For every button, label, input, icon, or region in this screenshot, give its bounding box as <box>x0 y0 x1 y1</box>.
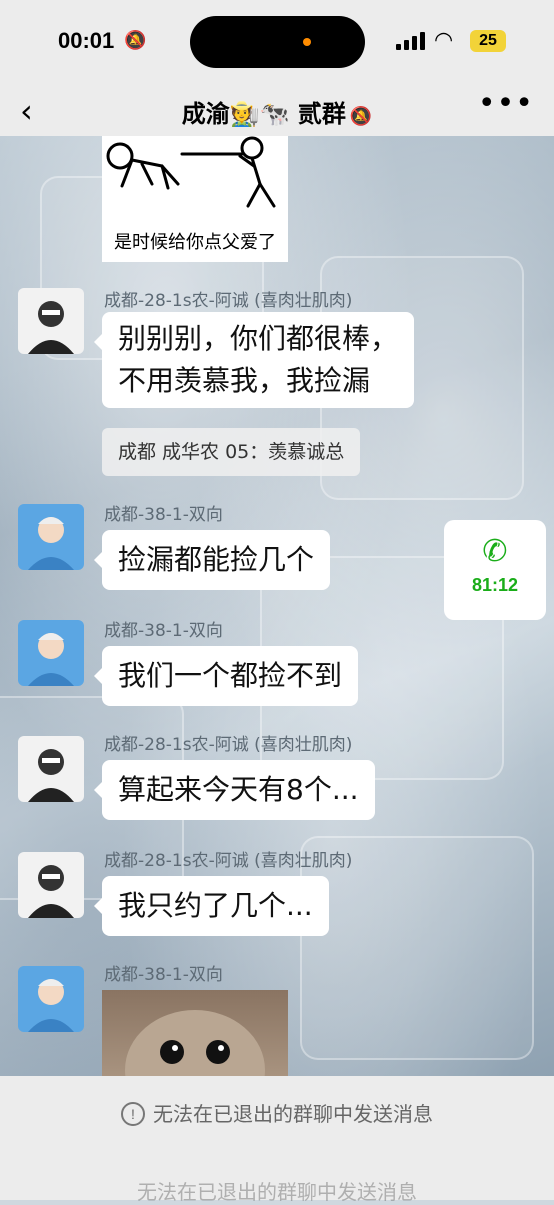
status-time: 00:01 <box>58 28 115 53</box>
battery-icon: 25 <box>470 30 506 52</box>
quoted-message[interactable]: 成都 成华农 05：羡慕诚总 <box>102 428 361 476</box>
bell-off-icon: 🔕 <box>124 30 147 51</box>
sender-name: 成都-28-1s农-阿诚 (喜肉壮肌肉) <box>104 291 353 311</box>
cat-face-drawing <box>125 1010 265 1076</box>
avatar[interactable] <box>18 736 84 802</box>
notice-reflection: 无法在已退出的群聊中发送消息 <box>137 1180 417 1204</box>
sender-name: 成都-38-1-双向 <box>104 621 223 641</box>
notice-text: 无法在已退出的群聊中发送消息 <box>153 1102 433 1126</box>
more-button[interactable]: ••• <box>478 86 534 121</box>
avatar[interactable] <box>18 288 84 354</box>
message-text-line: 别别别，你们都很棒， <box>118 322 399 355</box>
dynamic-island <box>190 16 365 68</box>
avatar[interactable] <box>18 852 84 918</box>
message-bubble[interactable]: 我们一个都捡不到 <box>93 646 359 706</box>
wifi-icon: ◠ <box>434 28 454 53</box>
message-text: 算起来今天有8个... <box>118 773 359 806</box>
stick-figure-drawing <box>106 136 276 208</box>
message-bubble[interactable]: 别别别，你们都很棒， 不用羡慕我，我捡漏 <box>93 312 415 408</box>
call-duration: 81:12 <box>471 575 519 595</box>
avatar[interactable] <box>18 966 84 1032</box>
info-icon: ! <box>121 1102 145 1126</box>
phone-icon: ✆ <box>482 534 508 569</box>
avatar-illustration <box>28 865 74 918</box>
sender-name: 成都-28-1s农-阿诚 (喜肉壮肌肉) <box>104 851 353 871</box>
avatar-illustration <box>28 517 74 570</box>
exited-group-notice: ! 无法在已退出的群聊中发送消息 <box>0 1098 554 1127</box>
sender-name: 成都-38-1-双向 <box>104 505 223 525</box>
sticker-caption: 是时候给你点父爱了 <box>114 232 276 253</box>
mute-icon: 🔕 <box>349 106 373 127</box>
sticker-image[interactable]: 是时候给你点父爱了 <box>102 136 288 262</box>
chat-header: ‹ 成渝🧑‍🌾🐄 贰群 🔕 ••• <box>0 84 554 136</box>
avatar-illustration <box>28 301 74 354</box>
avatar[interactable] <box>18 620 84 686</box>
message-bubble[interactable]: 我只约了几个... <box>94 876 329 936</box>
sender-name: 成都-38-1-双向 <box>104 965 223 985</box>
avatar[interactable] <box>18 504 84 570</box>
chat-title: 成渝🧑‍🌾🐄 贰群 🔕 <box>0 94 554 129</box>
cellular-signal-icon <box>396 32 426 50</box>
cat-sticker-image[interactable] <box>102 990 288 1076</box>
message-text-line: 不用羡慕我，我捡漏 <box>118 364 371 397</box>
message-bubble[interactable]: 捡漏都能捡几个 <box>93 530 331 590</box>
message-text: 我们一个都捡不到 <box>118 659 343 692</box>
avatar-illustration <box>28 979 74 1032</box>
message-bubble[interactable]: 算起来今天有8个... <box>94 760 375 820</box>
voice-call-card[interactable]: ✆ 81:12 <box>444 520 546 620</box>
message-text: 捡漏都能捡几个 <box>118 543 315 576</box>
message-text: 我只约了几个... <box>118 889 313 922</box>
status-bar: 00:01 🔕 ◠ 25 <box>0 0 554 84</box>
sender-name: 成都-28-1s农-阿诚 (喜肉壮肌肉) <box>104 735 353 755</box>
avatar-illustration <box>28 749 74 802</box>
chat-title-text: 成渝🧑‍🌾🐄 贰群 <box>181 100 346 128</box>
avatar-illustration <box>28 633 74 686</box>
